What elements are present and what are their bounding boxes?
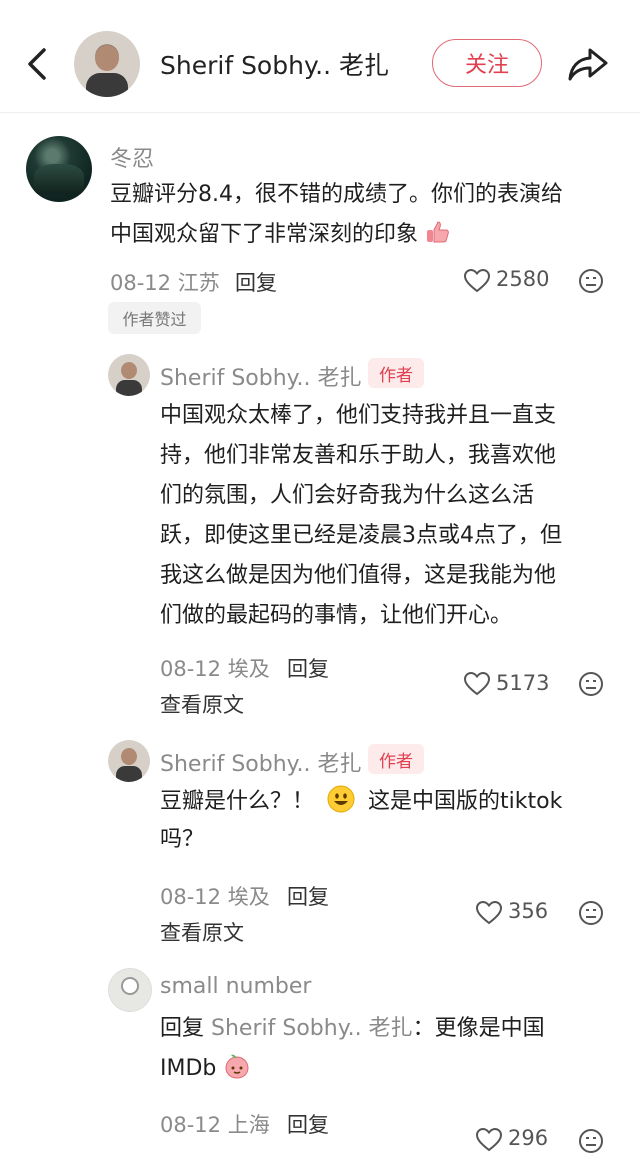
- author-avatar[interactable]: [108, 740, 150, 782]
- comment-text-line: 我这么做是因为他们值得，这是我能为他: [160, 563, 557, 588]
- reply-button[interactable]: 回复: [287, 881, 329, 911]
- comment-text-line: 豆瓣是什么？！ 这是中国版的tiktok: [160, 782, 562, 822]
- share-icon[interactable]: [566, 44, 610, 84]
- grinning-face-emoji-icon: [327, 785, 355, 813]
- reply-button[interactable]: 回复: [287, 1109, 329, 1139]
- comment-text-line: 吗？: [160, 827, 205, 852]
- comment-text-line: 豆瓣评分8.4，很不错的成绩了。你们的表演给: [110, 182, 563, 207]
- reply-button[interactable]: 回复: [287, 653, 329, 683]
- commenter-avatar[interactable]: [108, 968, 152, 1012]
- comment-username[interactable]: Sherif Sobhy.. 老扎: [160, 746, 362, 778]
- follow-button[interactable]: 关注: [432, 39, 542, 87]
- view-original-link[interactable]: 查看原文: [160, 917, 244, 947]
- reply-button[interactable]: 回复: [235, 267, 277, 297]
- author-liked-badge: 作者赞过: [108, 302, 201, 334]
- heart-icon[interactable]: [464, 269, 490, 293]
- comment-text-line: 们的氛围，人们会好奇我为什么这么活: [160, 483, 535, 508]
- heart-icon[interactable]: [476, 1128, 502, 1152]
- comment-date-location: 08-12 埃及: [160, 885, 270, 909]
- comment-date-location: 08-12 埃及: [160, 657, 270, 681]
- like-count: 2580: [496, 267, 550, 291]
- mentioned-user[interactable]: Sherif Sobhy.. 老扎: [211, 1016, 413, 1041]
- peach-emoji-icon: [225, 1054, 249, 1079]
- top-bar: Sherif Sobhy.. 老扎 关注: [0, 0, 640, 113]
- view-original-link[interactable]: 查看原文: [160, 689, 244, 719]
- dislike-face-icon[interactable]: [578, 268, 604, 294]
- comment-text-line: 中国观众留下了非常深刻的印象: [110, 215, 451, 255]
- comment-text-line: IMDb: [160, 1049, 251, 1089]
- comment-username[interactable]: small number: [160, 974, 311, 999]
- profile-name[interactable]: Sherif Sobhy.. 老扎: [160, 46, 389, 82]
- author-tag: 作者: [368, 744, 424, 774]
- profile-avatar[interactable]: [74, 31, 140, 97]
- like-count: 356: [508, 899, 549, 923]
- dislike-face-icon[interactable]: [578, 671, 604, 697]
- back-arrow-icon[interactable]: [20, 44, 56, 84]
- thumbs-up-emoji-icon: [427, 221, 449, 243]
- comment-date-location: 08-12 江苏: [110, 271, 220, 295]
- heart-icon[interactable]: [476, 901, 502, 925]
- commenter-avatar[interactable]: [26, 136, 92, 202]
- like-count: 5173: [496, 671, 550, 695]
- comment-text-line: 持，他们非常友善和乐于助人，我喜欢他: [160, 443, 557, 468]
- dislike-face-icon[interactable]: [578, 1128, 604, 1154]
- comment-username[interactable]: 冬忍: [110, 141, 154, 173]
- comment-username[interactable]: Sherif Sobhy.. 老扎: [160, 360, 362, 392]
- comment-text-line: 中国观众太棒了，他们支持我并且一直支: [160, 403, 557, 428]
- author-tag: 作者: [368, 358, 424, 388]
- author-avatar[interactable]: [108, 354, 150, 396]
- comment-date-location: 08-12 上海: [160, 1113, 270, 1137]
- dislike-face-icon[interactable]: [578, 900, 604, 926]
- comment-text-line: 们做的最起码的事情，让他们开心。: [160, 603, 513, 628]
- heart-icon[interactable]: [464, 672, 490, 696]
- comment-text-line: 回复 Sherif Sobhy.. 老扎：更像是中国: [160, 1016, 545, 1041]
- like-count: 296: [508, 1126, 549, 1150]
- comment-text-line: 跃，即使这里已经是凌晨3点或4点了，但: [160, 523, 562, 548]
